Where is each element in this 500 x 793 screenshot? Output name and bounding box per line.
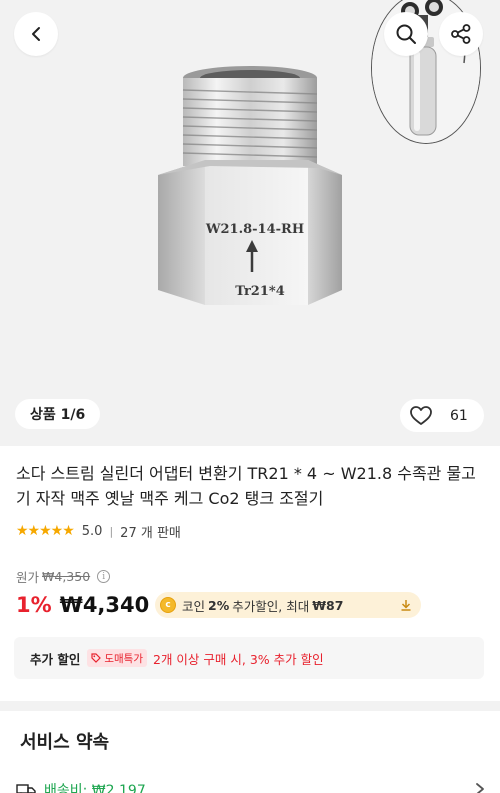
original-price-row: 원가 ₩4,350 i: [16, 567, 111, 586]
chevron-right-icon: [476, 783, 484, 793]
coin-prefix: 코인: [182, 598, 206, 614]
coin-discount-chip[interactable]: c 코인 2% 추가할인, 최대 ₩87: [155, 592, 421, 618]
sold-count: 27 개 판매: [120, 525, 181, 541]
image-counter: 상품 1/6: [15, 399, 101, 429]
tag-icon: [91, 653, 102, 663]
back-button[interactable]: [14, 12, 58, 56]
original-price-label: 원가: [16, 570, 40, 585]
discount-percent: 1%: [16, 593, 52, 617]
original-price: ₩4,350: [42, 569, 91, 584]
sale-price: ₩4,340: [59, 593, 150, 617]
shipping-row[interactable]: 배송비: ₩2,197: [16, 778, 486, 793]
shipping-fee: 배송비: ₩2,197: [44, 783, 146, 793]
search-icon: [396, 24, 416, 44]
coin-middle: 추가할인, 최대: [232, 598, 310, 614]
truck-icon: [16, 784, 36, 793]
coin-percent: 2%: [208, 597, 230, 613]
engraving-top: W21.8-14-RH: [205, 222, 304, 237]
bulk-deal-text: 도매특가: [104, 652, 143, 665]
share-button[interactable]: [439, 12, 483, 56]
chevron-left-icon: [32, 27, 40, 41]
product-title: 소다 스트림 실린더 어댑터 변환기 TR21 * 4 ~ W21.8 수족관 …: [16, 464, 476, 508]
share-icon: [451, 24, 471, 44]
bulk-deal-tag: 도매특가: [87, 649, 147, 667]
search-button[interactable]: [384, 12, 428, 56]
download-icon[interactable]: [391, 592, 421, 618]
rating-row[interactable]: ★★★★★ 5.0 | 27 개 판매: [16, 521, 181, 541]
engraving-bottom: Tr21*4: [235, 284, 285, 299]
divider: |: [109, 524, 114, 538]
coin-max: ₩87: [312, 597, 344, 613]
heart-icon: [410, 405, 432, 425]
like-count: 61: [450, 407, 468, 424]
price-row: 1% ₩4,340: [16, 590, 149, 620]
coin-icon: c: [160, 597, 176, 613]
star-rating-icon: ★★★★★: [16, 523, 75, 539]
extra-discount-box[interactable]: 추가 할인 도매특가 2개 이상 구매 시, 3% 추가 할인: [14, 637, 484, 679]
like-button[interactable]: 61: [400, 399, 484, 432]
info-icon[interactable]: i: [97, 570, 111, 583]
extra-discount-label: 추가 할인: [30, 651, 81, 667]
service-promise-title: 서비스 약속: [20, 732, 110, 753]
section-divider: [0, 701, 500, 711]
rating-value: 5.0: [81, 523, 103, 539]
extra-discount-text: 2개 이상 구매 시, 3% 추가 할인: [153, 651, 324, 667]
product-image-gallery[interactable]: W21.8-14-RH Tr21*4 상품 1/6 61: [0, 0, 500, 446]
